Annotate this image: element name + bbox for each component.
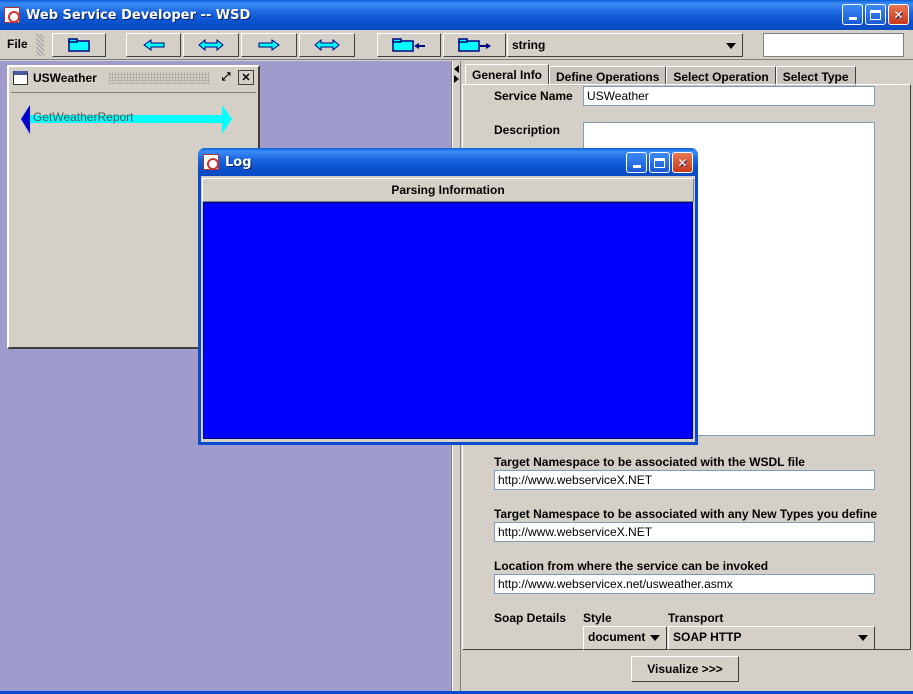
minimize-icon (848, 17, 857, 20)
toolbar: File string (0, 30, 913, 60)
open-folder-button[interactable] (52, 33, 106, 57)
folder-icon (68, 38, 90, 52)
close-icon: ✕ (677, 155, 688, 170)
log-header: Parsing Information (202, 178, 694, 202)
log-title: Log (225, 154, 252, 170)
import-button[interactable] (377, 33, 441, 57)
tab-bar: General Info Define Operations Select Op… (465, 64, 856, 86)
log-minimize-button[interactable] (626, 152, 647, 173)
transport-label: Transport (668, 611, 724, 625)
types-namespace-label: Target Namespace to be associated with a… (494, 507, 878, 521)
main-title-bar[interactable]: Web Service Developer -- WSD ✕ (0, 0, 913, 30)
log-close-button[interactable]: ✕ (672, 152, 693, 173)
log-window-controls: ✕ (626, 152, 693, 173)
minimize-button[interactable] (842, 4, 863, 25)
location-label: Location from where the service can be i… (494, 559, 769, 573)
window-title: Web Service Developer -- WSD (26, 7, 251, 23)
close-icon: ✕ (893, 7, 904, 22)
frame-icon (13, 71, 28, 85)
maximize-button[interactable] (865, 4, 886, 25)
transport-dropdown[interactable]: SOAP HTTP (668, 626, 875, 650)
export-button[interactable] (443, 33, 506, 57)
tab-select-operation[interactable]: Select Operation (666, 66, 776, 86)
wsdl-namespace-label: Target Namespace to be associated with t… (494, 455, 805, 469)
folder-arrow-in-icon (392, 38, 425, 52)
log-maximize-button[interactable] (649, 152, 670, 173)
restore-icon[interactable]: ⤢ (218, 70, 234, 85)
tab-general-info[interactable]: General Info (465, 64, 550, 86)
wsdl-namespace-field[interactable]: http://www.webserviceX.NET (494, 470, 875, 490)
toolbar-grip-icon[interactable] (36, 34, 44, 56)
transport-value: SOAP HTTP (673, 630, 742, 644)
style-value: document (588, 630, 646, 644)
menu-file[interactable]: File (7, 37, 28, 51)
log-output-area[interactable] (203, 202, 693, 439)
arrow-both-icon (198, 39, 224, 51)
arrow-left-button[interactable] (126, 33, 181, 57)
maximize-icon (870, 9, 881, 20)
style-label: Style (583, 611, 612, 625)
service-frame-title-bar[interactable]: USWeather ⤢ ✕ (9, 67, 258, 89)
collapse-left-icon[interactable] (454, 65, 459, 73)
service-name-field[interactable]: USWeather (583, 86, 875, 106)
arrow-both-icon (314, 39, 340, 51)
app-icon (203, 154, 219, 170)
soap-details-label: Soap Details (494, 611, 567, 625)
tab-define-operations[interactable]: Define Operations (549, 66, 667, 86)
minimize-icon (632, 165, 641, 168)
chevron-down-icon (726, 43, 736, 49)
collapse-right-icon[interactable] (454, 75, 459, 83)
arrow-left-icon (142, 39, 164, 51)
log-window[interactable]: Log ✕ Parsing Information (198, 148, 698, 445)
window-controls: ✕ (842, 4, 909, 25)
visualize-button[interactable]: Visualize >>> (631, 656, 739, 682)
title-grip (109, 72, 210, 84)
arrow-both-button[interactable] (183, 33, 239, 57)
operation-label[interactable]: GetWeatherReport (33, 110, 134, 124)
arrow-right-button[interactable] (241, 33, 297, 57)
app-icon (4, 7, 20, 23)
folder-arrow-out-icon (457, 38, 491, 52)
chevron-down-icon (650, 635, 660, 641)
arrow-right-icon (258, 39, 280, 51)
style-dropdown[interactable]: document (583, 626, 667, 650)
description-label: Description (494, 123, 561, 137)
arrow-both-alt-button[interactable] (299, 33, 355, 57)
tab-select-type[interactable]: Select Type (775, 66, 856, 86)
location-field[interactable]: http://www.webservicex.net/usweather.asm… (494, 574, 875, 594)
types-namespace-field[interactable]: http://www.webserviceX.NET (494, 522, 875, 542)
service-name-label: Service Name (494, 89, 573, 103)
service-frame-title: USWeather (33, 71, 97, 85)
close-button[interactable]: ✕ (888, 4, 909, 25)
log-title-bar[interactable]: Log ✕ (198, 148, 698, 176)
close-icon[interactable]: ✕ (238, 70, 254, 85)
maximize-icon (654, 157, 665, 168)
toolbar-text-field[interactable] (763, 33, 904, 57)
chevron-down-icon (858, 635, 868, 641)
type-combo[interactable]: string (507, 33, 743, 57)
type-combo-value: string (512, 38, 546, 52)
